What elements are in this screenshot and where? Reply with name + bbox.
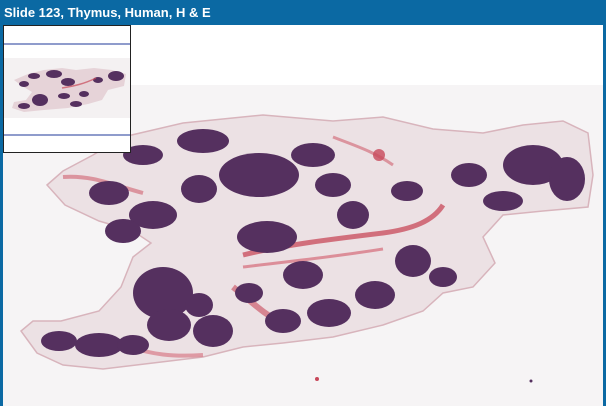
lobule [89,181,129,205]
lobule [451,163,487,187]
lobule [549,157,585,201]
lobule [105,219,141,243]
vessel [373,149,385,161]
lobule [193,315,233,347]
debris [529,379,533,383]
lobule [75,333,123,357]
lobule [117,335,149,355]
lobule [185,293,213,317]
lobule [395,245,431,277]
slide-title: Slide 123, Thymus, Human, H & E [0,0,606,25]
lobule [283,261,323,289]
slide-viewer: Slide 123, Thymus, Human, H & E [0,0,606,406]
lobule [219,153,299,197]
navigator-thumbnail[interactable] [3,25,131,153]
lobule [315,173,351,197]
lobule [291,143,335,167]
debris [315,377,319,381]
lobule [41,331,77,351]
lobule [237,221,297,253]
lobule [355,281,395,309]
lobule [429,267,457,287]
lobule [337,201,369,229]
lobule [177,129,229,153]
lobule [181,175,217,203]
lobule [483,191,523,211]
lobule [391,181,423,201]
navigator-image [4,26,130,152]
lobule [235,283,263,303]
lobule [147,309,191,341]
lobule [307,299,351,327]
lobule [265,309,301,333]
